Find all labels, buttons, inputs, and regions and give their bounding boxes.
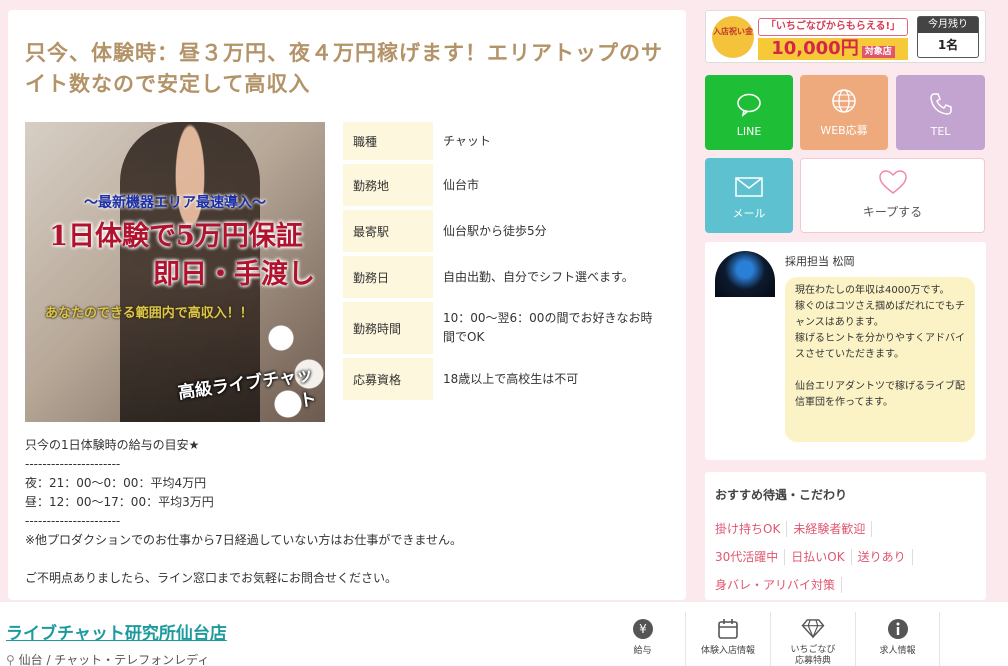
diamond-icon [801,619,825,639]
info-row-hours: 勤務時間 10：00～翌6：00の間でお好きなお時間でOK [343,302,663,354]
bonus-amount-value: 10,000円 [771,38,859,59]
info-value: チャット [443,133,491,148]
info-row-location: 勤務地 仙台市 [343,164,663,206]
info-value: 仙台駅から徒歩5分 [443,223,547,238]
features-title: おすすめ待遇・こだわり [715,488,848,502]
heart-icon [878,170,907,194]
job-hero-image: ～最新機器エリア最速導入～ 1日体験で5万円保証 即日・手渡し あなたのできる範… [25,122,325,422]
nav-perk-label-1: いちごなび [790,645,836,655]
recruiter-avatar [715,251,775,297]
info-label: 最寄駅 [343,210,433,252]
feature-tag[interactable]: 日払いOK [785,549,852,565]
bonus-amount-suffix: 対象店 [861,46,895,58]
bonus-promo-text: 「いちごなびからもらえる!」 [758,18,908,36]
feature-tag[interactable]: 未経験者歓迎 [787,521,873,537]
info-row-station: 最寄駅 仙台駅から徒歩5分 [343,210,663,252]
location-pin-icon: ⚲ [6,653,15,666]
hero-headline-1: 1日体験で5万円保証 [49,221,303,252]
job-title: 只今、体験時：昼３万円、夜４万円稼げます！エリアトップのサイト数なので安定して高… [25,41,663,96]
info-value: 10：00～翌6：00の間でお好きなお時間でOK [443,311,653,344]
web-apply-button[interactable]: WEB応募 [800,75,888,150]
nav-trial-label: 体験入店情報 [700,646,755,656]
info-label: 勤務日 [343,256,433,298]
line-apply-button[interactable]: LINE [705,75,793,150]
recruiter-panel: 採用担当 松岡 現在わたしの年収は4000万です。 稼ぐのはコツさえ掴めばだれに… [705,242,986,460]
info-label: 職種 [343,122,433,160]
remaining-value: 1名 [937,38,959,52]
hero-subtitle: ～最新機器エリア最速導入～ [84,195,266,211]
phone-icon [929,93,952,115]
mail-button[interactable]: メール [705,158,793,233]
keep-button[interactable]: キープする [800,158,985,233]
yen-icon: ¥ [632,619,653,639]
info-label: 勤務時間 [343,302,433,354]
bonus-amount: 10,000円 対象店 [758,38,908,60]
job-detail-card: 只今、体験時：昼３万円、夜４万円稼げます！エリアトップのサイト数なので安定して高… [8,10,686,600]
nav-recruit-label: 求人情報 [879,646,916,656]
shop-subtitle: ⚲ 仙台 / チャット・テレフォンレディ [6,651,209,666]
nav-perk-label-2: 応募特典 [794,656,831,666]
bonus-badge: 入店祝い金 [712,16,754,58]
web-label: WEB応募 [820,124,868,137]
info-label: 勤務地 [343,164,433,206]
remaining-slots: 今月残り 1名 [917,16,979,58]
mail-icon [735,177,763,197]
recruiter-name: 採用担当 松岡 [785,255,855,268]
info-label: 応募資格 [343,358,433,400]
calendar-icon [718,619,738,639]
info-row-type: 職種 チャット [343,122,663,160]
nav-pay[interactable]: ¥ 給与 [600,612,685,666]
features-panel: おすすめ待遇・こだわり 掛け持ちOK 未経験者歓迎 30代活躍中 日払いOK 送… [705,472,986,600]
feature-tag[interactable]: 身バレ・アリバイ対策 [715,577,843,593]
info-icon [887,619,908,639]
job-description: 只今の1日体験時の給与の目安★ ---------------------- 夜… [25,438,462,585]
info-row-workdays: 勤務日 自由出勤、自分でシフト選べます。 [343,256,663,298]
signup-bonus-banner[interactable]: 入店祝い金 「いちごなびからもらえる!」 10,000円 対象店 今月残り 1名 [705,10,986,63]
svg-text:¥: ¥ [639,622,647,636]
feature-tags: 掛け持ちOK 未経験者歓迎 30代活躍中 日払いOK 送りあり 身バレ・アリバイ… [715,515,980,599]
feature-tag[interactable]: 送りあり [852,549,913,565]
feature-tag[interactable]: 掛け持ちOK [715,521,788,537]
info-value: 自由出勤、自分でシフト選べます。 [443,269,634,284]
shop-name-link[interactable]: ライブチャット研究所仙台店 [6,619,227,644]
tag-row: 30代活躍中 日払いOK 送りあり [715,543,980,571]
chat-bubble-icon [737,93,761,117]
tag-row: 身バレ・アリバイ対策 [715,571,980,599]
shop-category: 仙台 / チャット・テレフォンレディ [18,653,210,666]
job-info-table: 職種 チャット 勤務地 仙台市 最寄駅 仙台駅から徒歩5分 勤務日 自由出勤、自… [343,122,663,404]
info-value: 18歳以上で高校生は不可 [443,371,579,386]
remaining-label: 今月残り [918,17,978,33]
tel-button[interactable]: TEL [896,75,985,150]
info-value: 仙台市 [443,177,480,192]
hero-headline-2: 即日・手渡し [153,259,315,290]
shop-footer-bar: ライブチャット研究所仙台店 ⚲ 仙台 / チャット・テレフォンレディ ¥ 給与 … [0,601,1008,666]
nav-trial[interactable]: 体験入店情報 [685,612,770,666]
keep-label: キープする [862,205,923,219]
nav-recruit[interactable]: 求人情報 [855,612,940,666]
nav-perk[interactable]: いちごなび 応募特典 [770,612,855,666]
tag-row: 掛け持ちOK 未経験者歓迎 [715,515,980,543]
nav-pay-label: 給与 [633,646,652,656]
info-row-requirements: 応募資格 18歳以上で高校生は不可 [343,358,663,400]
mail-label: メール [732,207,766,220]
tel-label: TEL [930,125,951,138]
recruiter-message: 現在わたしの年収は4000万です。 稼ぐのはコツさえ掴めばだれにでもチャンスはあ… [785,277,975,442]
feature-tag[interactable]: 30代活躍中 [715,549,786,565]
line-label: LINE [736,125,762,138]
globe-icon [832,89,856,113]
hero-tagline: あなたのできる範囲内で高収入！！ [45,306,253,321]
